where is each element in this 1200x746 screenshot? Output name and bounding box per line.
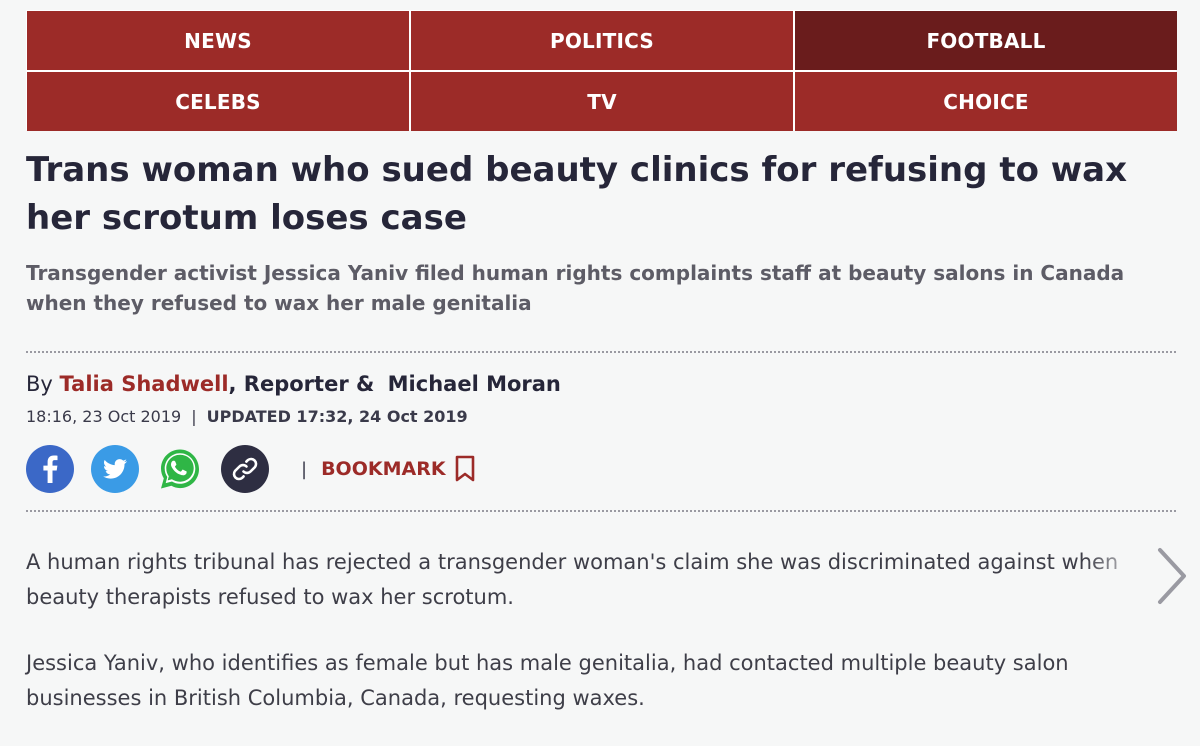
facebook-icon [43, 455, 58, 483]
facebook-share-button[interactable] [26, 445, 74, 493]
share-bar: | BOOKMARK [26, 444, 476, 494]
copy-link-button[interactable] [221, 445, 269, 493]
link-icon [232, 457, 258, 481]
section-nav: NEWS POLITICS FOOTBALL CELEBS TV CHOICE [26, 10, 1177, 131]
whatsapp-share-button[interactable] [156, 445, 204, 493]
twitter-share-button[interactable] [91, 445, 139, 493]
whatsapp-icon [161, 449, 199, 489]
share-divider: | [301, 458, 308, 480]
article-standfirst: Transgender activist Jessica Yaniv filed… [26, 261, 1125, 315]
dotted-divider-top [26, 351, 1176, 353]
published-date: 18:16, 23 Oct 2019 [26, 407, 182, 426]
date-separator: | [191, 407, 197, 426]
updated-date: UPDATED 17:32, 24 Oct 2019 [206, 407, 468, 426]
byline-prefix: By [26, 372, 53, 396]
bookmark-icon [455, 455, 474, 482]
bookmark-button[interactable]: BOOKMARK [321, 455, 475, 483]
byline: By Talia Shadwell, Reporter & Michael Mo… [26, 369, 561, 399]
article-headline: Trans woman who sued beauty clinics for … [26, 150, 1128, 238]
nav-item-celebs[interactable]: CELEBS [27, 72, 409, 131]
nav-item-news[interactable]: NEWS [27, 11, 409, 70]
chevron-right-icon[interactable] [1150, 544, 1194, 608]
author-michael-moran: Michael Moran [387, 372, 561, 396]
nav-item-choice[interactable]: CHOICE [795, 72, 1177, 131]
article-dates: 18:16, 23 Oct 2019 | UPDATED 17:32, 24 Oct… [26, 404, 468, 430]
article-paragraph-2: Jessica Yaniv, who identifies as female … [26, 651, 1069, 710]
author-role: , Reporter & [228, 372, 375, 396]
nav-item-football[interactable]: FOOTBALL [795, 11, 1177, 70]
article-paragraph-1: A human rights tribunal has rejected a t… [26, 550, 1119, 609]
author-link-talia-shadwell[interactable]: Talia Shadwell [60, 372, 229, 396]
nav-item-politics[interactable]: POLITICS [411, 11, 793, 70]
dotted-divider-bottom [26, 510, 1176, 512]
nav-item-tv[interactable]: TV [411, 72, 793, 131]
twitter-icon [103, 459, 127, 479]
bookmark-label: BOOKMARK [321, 458, 446, 480]
